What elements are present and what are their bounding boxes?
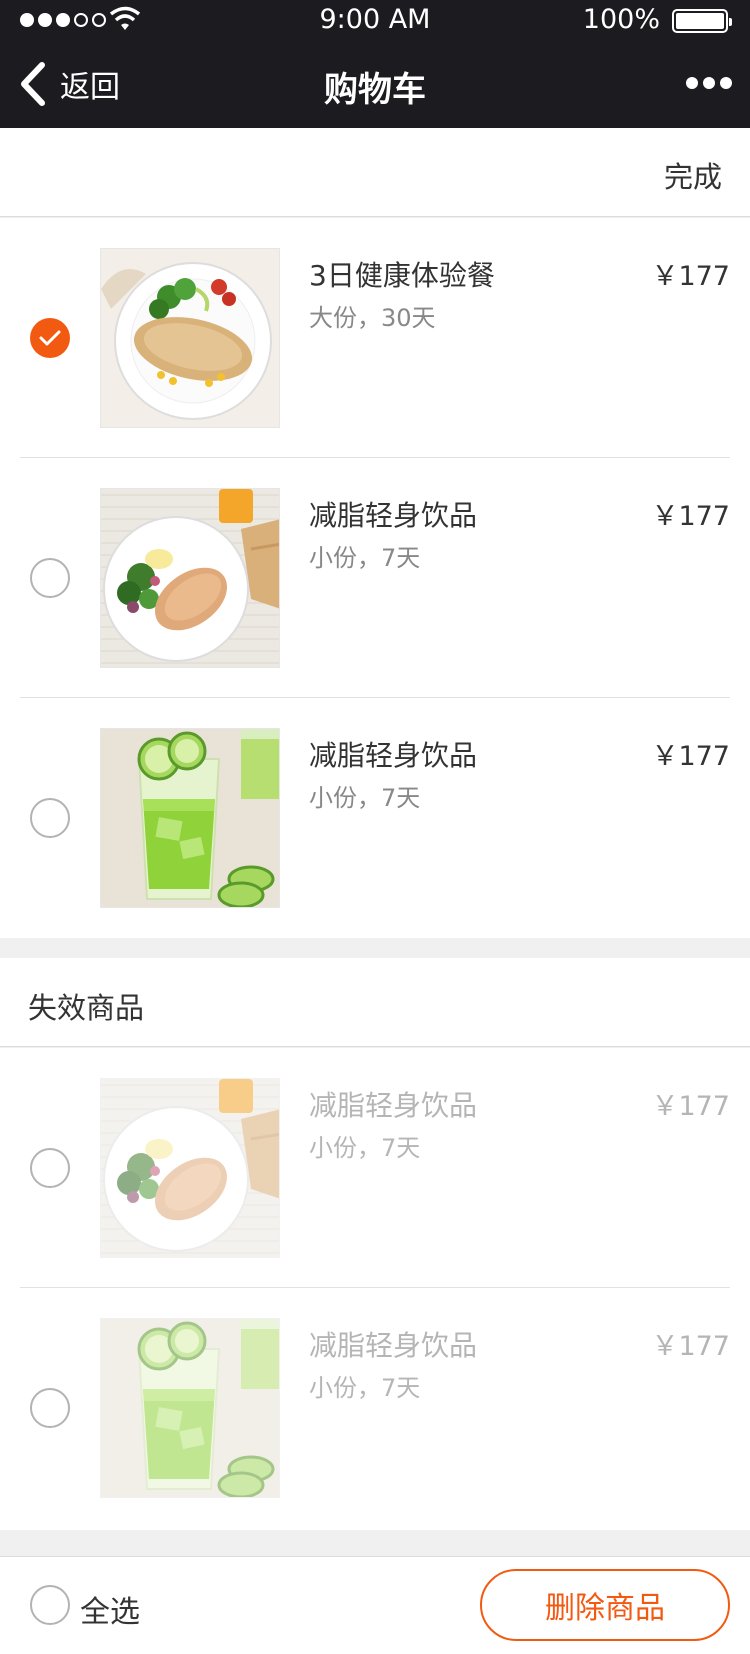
more-options-icon[interactable] <box>686 70 732 96</box>
cart-item[interactable]: 减脂轻身饮品 小份，7天 ￥177 <box>0 458 750 698</box>
chicken-salad-image <box>100 488 280 668</box>
checkmark-icon <box>39 330 61 346</box>
battery-percent: 100% <box>582 4 660 35</box>
battery-icon <box>672 9 732 33</box>
back-label: 返回 <box>60 70 120 105</box>
bottom-bar: 全选 删除商品 <box>0 1556 750 1654</box>
select-all-checkbox[interactable] <box>30 1585 70 1625</box>
back-button[interactable]: 返回 <box>18 60 120 108</box>
item-price: ￥177 <box>651 1091 730 1122</box>
cart-list: 3日健康体验餐 大份，30天 ￥177 减脂轻身饮品 小份，7天 ￥177 减脂… <box>0 218 750 938</box>
item-checkbox[interactable] <box>30 1388 70 1428</box>
item-spec: 小份，7天 <box>309 1374 421 1402</box>
item-price: ￥177 <box>651 261 730 292</box>
item-spec: 小份，7天 <box>309 544 421 572</box>
done-button[interactable]: 完成 <box>664 154 722 196</box>
invalid-item[interactable]: 减脂轻身饮品 小份，7天 ￥177 <box>0 1288 750 1528</box>
invalid-list: 减脂轻身饮品 小份，7天 ￥177 减脂轻身饮品 小份，7天 ￥177 <box>0 1048 750 1530</box>
select-all-label[interactable]: 全选 <box>80 1587 140 1631</box>
item-price: ￥177 <box>651 1331 730 1362</box>
delete-items-button[interactable]: 删除商品 <box>480 1569 730 1641</box>
item-checkbox[interactable] <box>30 1148 70 1188</box>
cart-item[interactable]: 减脂轻身饮品 小份，7天 ￥177 <box>0 698 750 938</box>
edit-bar: 完成 <box>0 128 750 217</box>
cucumber-juice-image <box>100 728 280 908</box>
invalid-section-header: 失效商品 <box>0 958 750 1047</box>
item-spec: 小份，7天 <box>309 1134 421 1162</box>
item-spec: 小份，7天 <box>309 784 421 812</box>
item-name: 减脂轻身饮品 <box>309 1329 478 1362</box>
invalid-section-title: 失效商品 <box>28 991 145 1025</box>
chicken-salad-image <box>100 1078 280 1258</box>
navigation-bar: 返回 购物车 <box>0 40 750 128</box>
item-checkbox[interactable] <box>30 798 70 838</box>
top-bar: 9:00 AM 100% 返回 购物车 <box>0 0 750 128</box>
cucumber-juice-image <box>100 1318 280 1498</box>
item-checkbox[interactable] <box>30 558 70 598</box>
item-checkbox[interactable] <box>30 318 70 358</box>
item-spec: 大份，30天 <box>309 304 436 332</box>
chicken-plate-image <box>100 248 280 428</box>
cart-item[interactable]: 3日健康体验餐 大份，30天 ￥177 <box>0 218 750 458</box>
item-name: 3日健康体验餐 <box>309 259 495 292</box>
item-name: 减脂轻身饮品 <box>309 1089 478 1122</box>
chevron-left-icon <box>21 62 45 106</box>
status-bar: 9:00 AM 100% <box>0 0 750 40</box>
item-name: 减脂轻身饮品 <box>309 739 478 772</box>
item-price: ￥177 <box>651 501 730 532</box>
invalid-item[interactable]: 减脂轻身饮品 小份，7天 ￥177 <box>0 1048 750 1288</box>
item-price: ￥177 <box>651 741 730 772</box>
item-name: 减脂轻身饮品 <box>309 499 478 532</box>
